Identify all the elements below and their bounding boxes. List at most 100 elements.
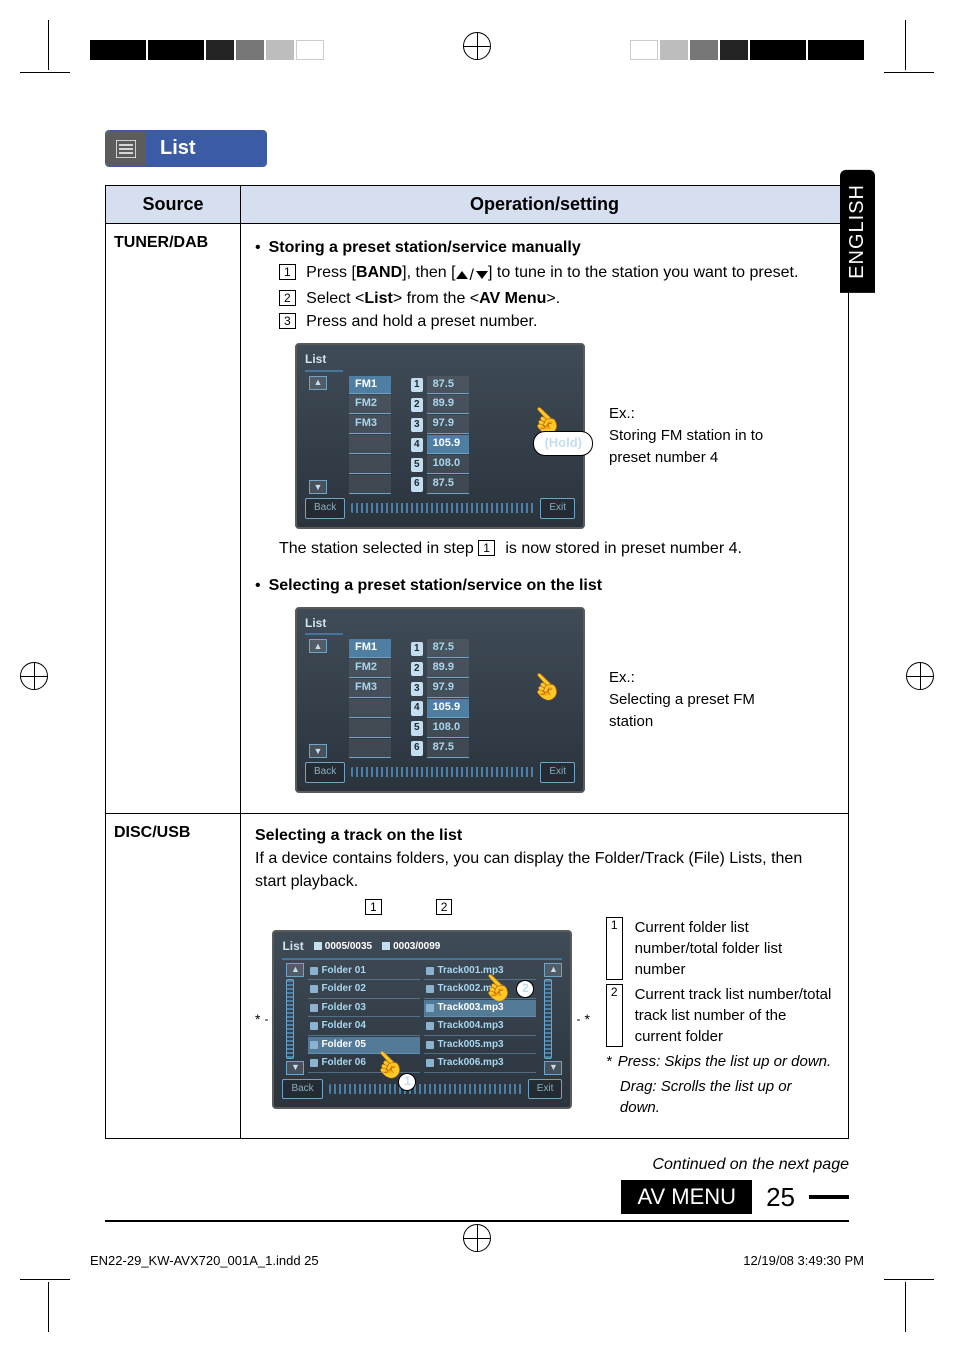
file-icon	[426, 967, 434, 975]
registration-mark-icon	[906, 662, 934, 690]
list-item: 397.9	[411, 679, 469, 698]
crop-mark-icon	[48, 20, 49, 70]
scroll-down-icon: ▼	[286, 1061, 304, 1075]
list-item: Folder 01	[308, 963, 420, 981]
list-item: 687.5	[411, 475, 469, 494]
rule-icon	[809, 1195, 849, 1199]
table-row: DISC/USB Selecting a track on the list I…	[106, 813, 849, 1139]
section-header-tab: List	[105, 130, 267, 167]
list-item: Folder 02	[308, 981, 420, 999]
col-header-source: Source	[106, 186, 241, 224]
back-button: Back	[282, 1079, 322, 1100]
page-number: 25	[766, 1182, 795, 1213]
step-number-icon: 3	[279, 313, 296, 329]
print-metadata: EN22-29_KW-AVX720_001A_1.indd 25 12/19/0…	[90, 1253, 864, 1268]
source-cell: DISC/USB	[106, 813, 241, 1139]
folder-icon	[310, 985, 318, 993]
rule-icon	[105, 1220, 849, 1222]
scroll-bar-icon	[544, 979, 552, 1059]
step-line: 1 Press [BAND], then [ / ] to tune in to…	[279, 261, 834, 287]
up-down-icon: /	[456, 264, 488, 287]
list-item: Track005.mp3	[424, 1037, 536, 1055]
back-button: Back	[305, 498, 345, 519]
list-item: 187.5	[411, 376, 469, 395]
scroll-down-icon: ▼	[309, 480, 327, 494]
source-cell: TUNER/DAB	[106, 224, 241, 814]
footer-av-menu: AV MENU 25	[621, 1180, 849, 1214]
col-header-operation: Operation/setting	[241, 186, 849, 224]
list-item: Track004.mp3	[424, 1018, 536, 1036]
list-item: FM1	[349, 639, 391, 658]
slider-icon	[351, 503, 534, 513]
exit-button: Exit	[540, 498, 575, 519]
star-marker: *	[606, 1051, 612, 1072]
file-icon	[426, 1059, 434, 1067]
folder-icon	[310, 1004, 318, 1012]
subsection-title: Selecting a track on the list	[255, 824, 834, 847]
scroll-bar-icon	[286, 979, 294, 1059]
callout-number-icon: 2	[436, 899, 453, 915]
crop-mark-icon	[905, 1282, 906, 1332]
exit-button: Exit	[528, 1079, 563, 1100]
color-bars-icon	[90, 40, 324, 60]
folder-icon	[310, 1059, 318, 1067]
list-item: 4105.9	[411, 435, 469, 454]
list-item: FM1	[349, 376, 391, 395]
list-item	[349, 455, 391, 474]
callout-number-icon: 1	[606, 917, 623, 980]
registration-mark-icon	[463, 1224, 491, 1252]
list-item	[349, 699, 391, 718]
folder-icon	[310, 1022, 318, 1030]
list-item	[349, 435, 391, 454]
print-file: EN22-29_KW-AVX720_001A_1.indd 25	[90, 1253, 319, 1268]
example-caption: Ex.: Selecting a preset FM station	[609, 667, 799, 732]
scroll-down-icon: ▼	[309, 744, 327, 758]
device-screenshot: List 0005/0035 0003/0099 ▲ ▼	[272, 930, 572, 1109]
callout-number-icon: 1	[365, 899, 382, 915]
list-item: FM2	[349, 395, 391, 414]
callout-number-icon: 2	[606, 984, 623, 1047]
star-marker: *	[584, 1009, 589, 1029]
folder-counter: 0005/0035	[314, 940, 372, 955]
language-tab: ENGLISH	[840, 170, 875, 293]
continued-label: Continued on the next page	[105, 1156, 849, 1174]
example-caption: Ex.: Storing FM station in to preset num…	[609, 403, 799, 468]
operation-table: Source Operation/setting TUNER/DAB • Sto…	[105, 185, 849, 1139]
back-button: Back	[305, 762, 345, 783]
list-item	[349, 475, 391, 494]
operation-cell: Selecting a track on the list If a devic…	[241, 813, 849, 1139]
list-item: 289.9	[411, 659, 469, 678]
device-screenshot: List ▲ ▼ FM1 FM2 FM3	[295, 607, 585, 793]
folder-icon	[310, 967, 318, 975]
list-icon	[106, 131, 146, 166]
section-header-label: List	[146, 131, 266, 166]
bullet-icon: •	[255, 574, 261, 597]
crop-mark-icon	[884, 1279, 934, 1280]
crop-mark-icon	[884, 72, 934, 73]
exit-button: Exit	[540, 762, 575, 783]
star-marker: *	[255, 1009, 260, 1029]
scroll-up-icon: ▲	[544, 963, 562, 977]
list-item: FM2	[349, 659, 391, 678]
file-icon	[426, 1041, 434, 1049]
crop-mark-icon	[905, 20, 906, 70]
list-item: 4105.9	[411, 699, 469, 718]
color-bars-icon	[630, 40, 864, 60]
list-item: 5108.0	[411, 455, 469, 474]
crop-mark-icon	[20, 1279, 70, 1280]
scroll-up-icon: ▲	[286, 963, 304, 977]
lead-text: If a device contains folders, you can di…	[255, 847, 834, 893]
step-number-icon: 1	[279, 264, 296, 280]
list-item: FM3	[349, 679, 391, 698]
step-line: 2 Select <List> from the <AV Menu>.	[279, 287, 834, 310]
list-item: FM3	[349, 415, 391, 434]
list-item: Folder 05	[308, 1037, 420, 1055]
crop-mark-icon	[20, 72, 70, 73]
list-item: 687.5	[411, 739, 469, 758]
screen-title: List	[282, 938, 303, 955]
list-item: Track003.mp3	[424, 1000, 536, 1018]
list-item	[349, 739, 391, 758]
screen-title: List	[305, 351, 343, 371]
file-icon	[426, 985, 434, 993]
subsection-title: Selecting a preset station/service on th…	[269, 574, 602, 597]
